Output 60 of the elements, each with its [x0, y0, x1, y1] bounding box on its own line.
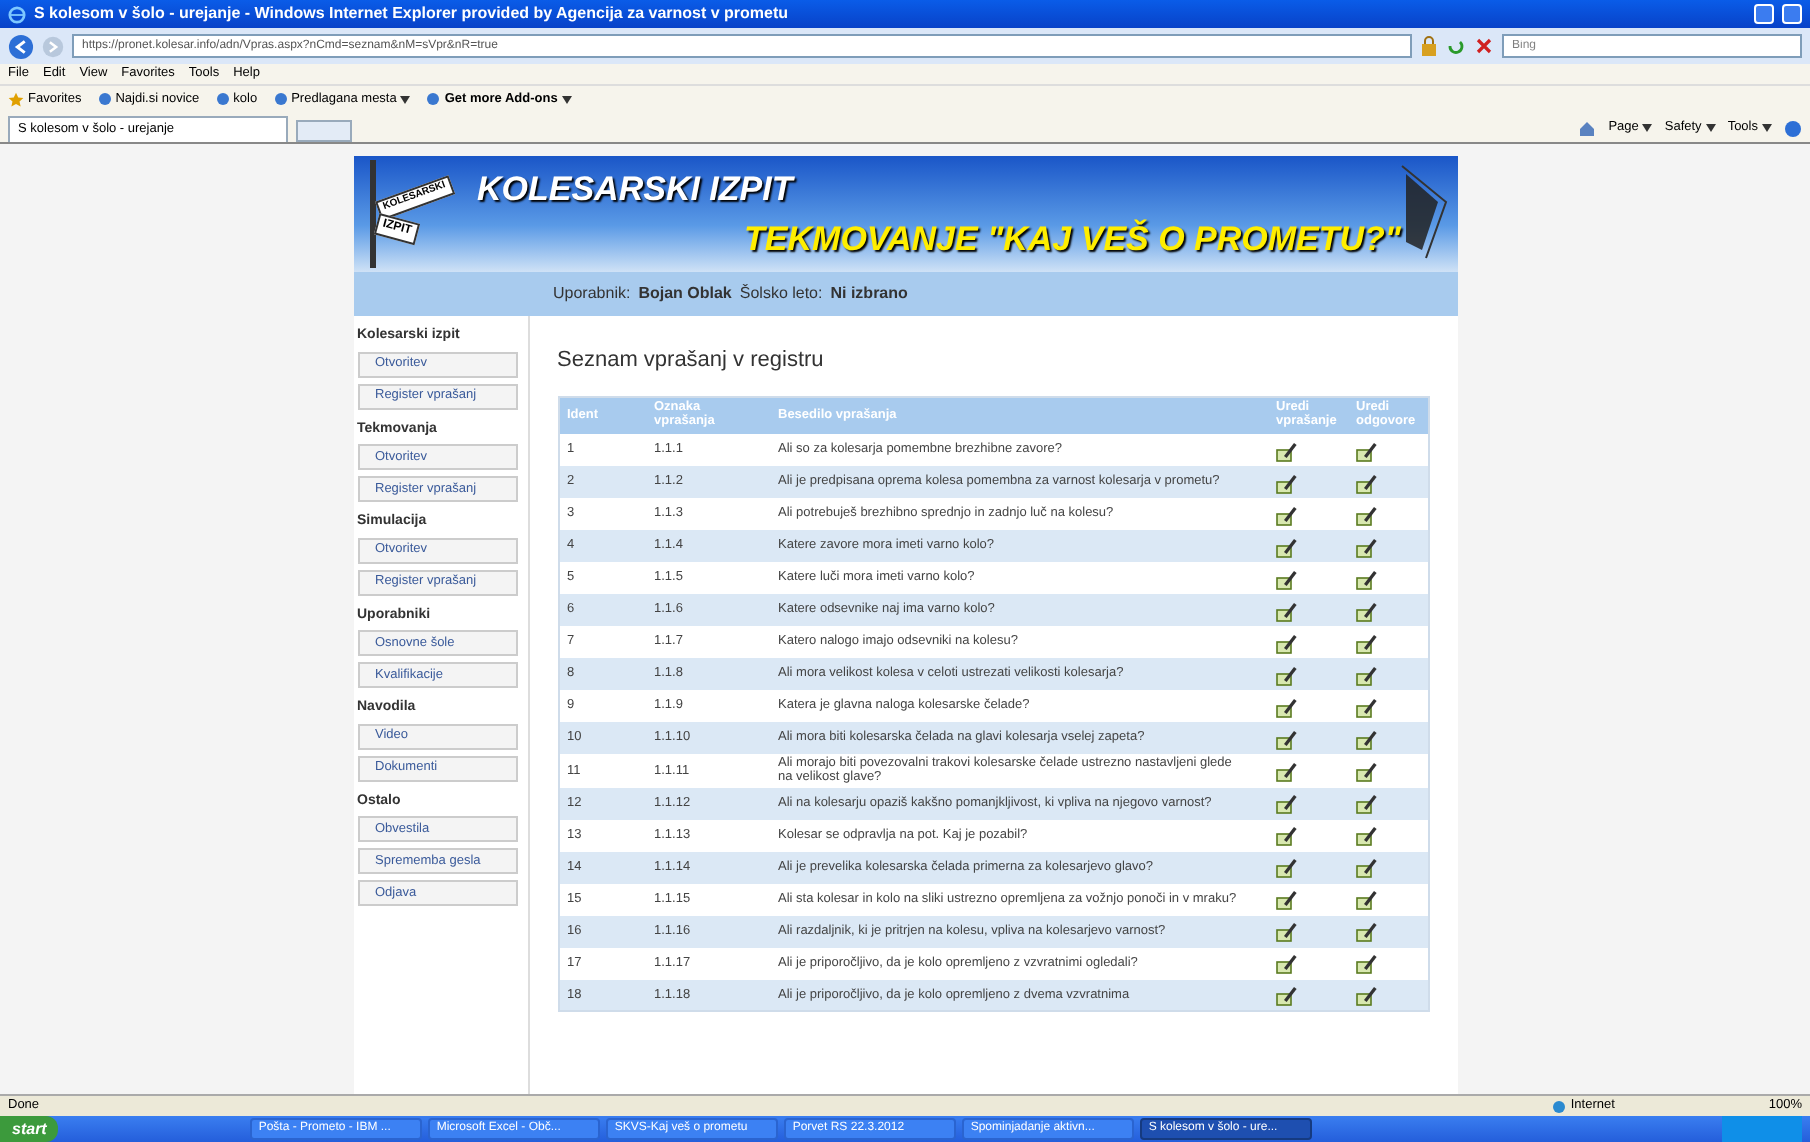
user-name: Bojan Oblak	[638, 282, 732, 306]
edit-icon[interactable]	[1356, 888, 1378, 911]
banner-title: KOLESARSKI IZPIT	[477, 167, 797, 211]
edit-icon[interactable]	[1356, 535, 1378, 557]
close-icon[interactable]	[1474, 36, 1494, 56]
edit-icon[interactable]	[1276, 727, 1298, 749]
edit-icon[interactable]	[1276, 792, 1298, 815]
back-icon[interactable]	[8, 33, 34, 59]
edit-icon[interactable]	[1276, 856, 1298, 879]
school-year-label: Šolsko leto:	[739, 282, 823, 306]
edit-icon[interactable]	[1276, 824, 1298, 847]
browser-icon	[8, 5, 26, 23]
edit-icon[interactable]	[1356, 856, 1378, 879]
edit-icon[interactable]	[1276, 439, 1298, 461]
refresh-icon[interactable]	[1446, 36, 1466, 56]
edit-icon[interactable]	[1276, 471, 1298, 493]
banner-subtitle: TEKMOVANJE "KAJ VEŠ O PROMETU?"	[744, 217, 1403, 262]
edit-icon[interactable]	[1356, 920, 1378, 943]
edit-icon[interactable]	[1276, 535, 1298, 557]
edit-icon[interactable]	[1356, 631, 1378, 653]
system-tray	[1722, 1116, 1802, 1142]
caret-icon	[1762, 124, 1772, 133]
edit-icon[interactable]	[1276, 663, 1298, 685]
edit-icon[interactable]	[1356, 599, 1378, 621]
minimize-button[interactable]	[1754, 4, 1774, 24]
edit-icon[interactable]	[1276, 920, 1298, 943]
edit-icon[interactable]	[1276, 984, 1298, 1007]
edit-icon[interactable]	[1276, 695, 1298, 717]
maximize-button[interactable]	[1782, 4, 1802, 24]
school-year-value: Ni izbrano	[830, 282, 908, 306]
caret-icon	[1705, 124, 1716, 133]
edit-icon[interactable]	[1276, 567, 1298, 589]
page-title: Seznam vprašanj v registru	[557, 346, 826, 376]
lock-icon	[1420, 36, 1438, 56]
edit-icon[interactable]	[1356, 471, 1378, 493]
home-icon[interactable]	[1578, 119, 1597, 138]
edit-icon[interactable]	[1276, 599, 1298, 621]
star-icon	[8, 91, 24, 107]
user-label: Uporabnik:	[553, 282, 631, 306]
edit-icon[interactable]	[1276, 631, 1298, 653]
edit-icon[interactable]	[1276, 952, 1298, 975]
edit-icon[interactable]	[1276, 759, 1298, 782]
edit-icon[interactable]	[1356, 567, 1378, 589]
edit-icon[interactable]	[1356, 759, 1378, 782]
caret-icon	[1642, 124, 1653, 133]
caret-icon	[400, 95, 411, 103]
edit-icon[interactable]	[1356, 439, 1378, 461]
edit-icon[interactable]	[1356, 695, 1378, 717]
start-button[interactable]: start	[0, 1116, 59, 1142]
edit-icon[interactable]	[1356, 984, 1378, 1007]
edit-icon[interactable]	[1356, 952, 1378, 975]
edit-icon[interactable]	[1356, 663, 1378, 685]
edit-icon[interactable]	[1356, 792, 1378, 815]
edit-icon[interactable]	[1356, 503, 1378, 525]
window-title: S kolesom v šolo - urejanje - Windows Internet Explorer provided by Agencija za varnost v prometu	[34, 2, 789, 26]
edit-icon[interactable]	[1356, 824, 1378, 847]
caret-icon	[561, 95, 572, 103]
edit-icon[interactable]	[1356, 727, 1378, 749]
edit-icon[interactable]	[1276, 888, 1298, 911]
edit-icon[interactable]	[1276, 503, 1298, 525]
